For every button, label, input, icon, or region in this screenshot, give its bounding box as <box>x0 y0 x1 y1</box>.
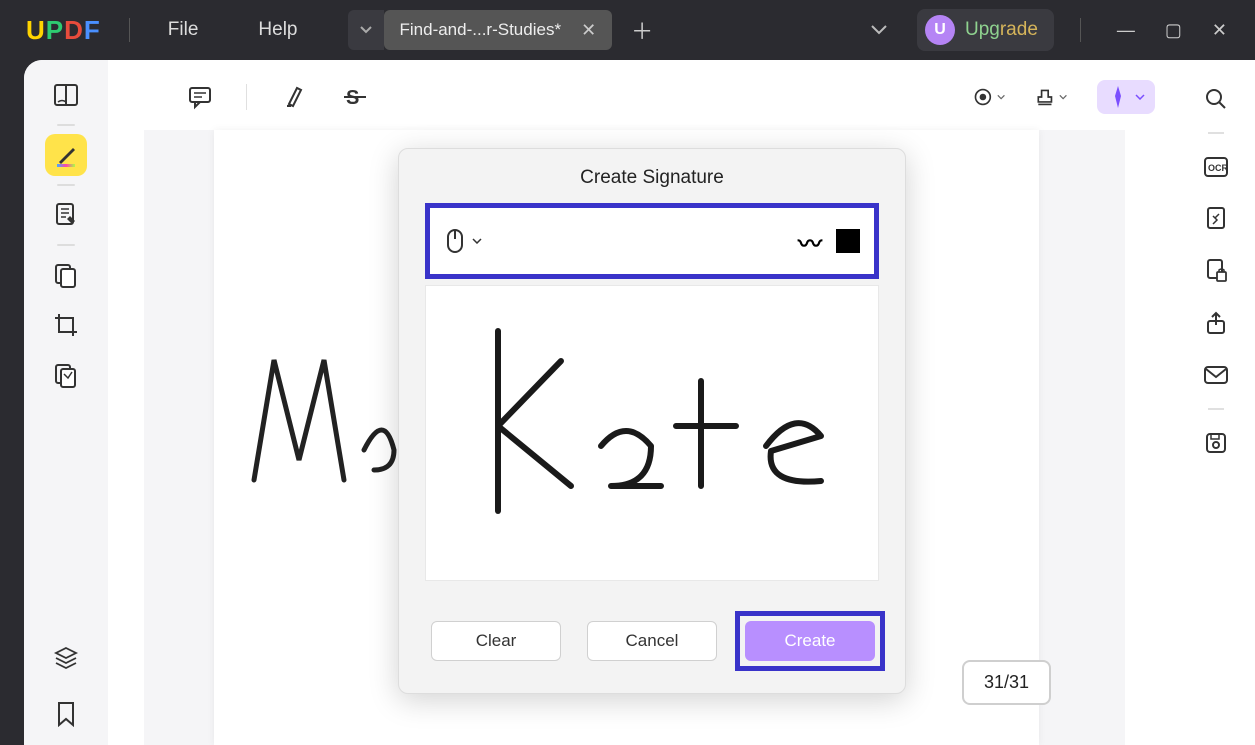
annotate-mode-icon[interactable] <box>45 134 87 176</box>
tools-mode-icon[interactable] <box>45 354 87 396</box>
create-signature-dialog: Create Signature 〰 <box>398 148 906 694</box>
crop-mode-icon[interactable] <box>45 304 87 346</box>
signature-canvas[interactable] <box>425 285 879 581</box>
divider <box>57 244 75 246</box>
reader-mode-icon[interactable] <box>45 74 87 116</box>
edit-mode-icon[interactable] <box>45 194 87 236</box>
close-button[interactable]: ✕ <box>1212 20 1227 41</box>
divider <box>1208 408 1224 410</box>
highlight-icon[interactable] <box>277 81 309 113</box>
cancel-button[interactable]: Cancel <box>587 621 717 661</box>
layers-icon[interactable] <box>45 637 87 679</box>
signature-drawing <box>426 286 866 576</box>
close-tab-icon[interactable]: ✕ <box>581 20 596 41</box>
divider <box>246 84 247 110</box>
page-indicator[interactable]: 31/31 <box>962 660 1051 705</box>
tab-group: Find-and-...r-Studies* ✕ ＋ <box>348 0 661 60</box>
left-sidebar <box>24 60 108 745</box>
divider <box>57 184 75 186</box>
svg-text:OCR: OCR <box>1208 163 1229 173</box>
divider <box>1080 18 1081 42</box>
strikethrough-icon[interactable]: S <box>339 81 371 113</box>
comment-icon[interactable] <box>184 81 216 113</box>
upgrade-button[interactable]: U Upgrade <box>917 9 1054 51</box>
tab-dropdown[interactable] <box>348 10 384 50</box>
signature-options-bar: 〰 <box>425 203 879 279</box>
stroke-style-icon[interactable]: 〰 <box>798 224 822 259</box>
right-sidebar: OCR <box>1177 72 1255 745</box>
search-icon[interactable] <box>1197 80 1235 118</box>
menu-file[interactable]: File <box>138 19 229 41</box>
create-button[interactable]: Create <box>745 621 875 661</box>
clear-button[interactable]: Clear <box>431 621 561 661</box>
window-controls: — ▢ ✕ <box>1089 20 1255 41</box>
user-avatar: U <box>925 15 955 45</box>
workspace: S OCR <box>24 60 1255 745</box>
email-icon[interactable] <box>1197 356 1235 394</box>
convert-icon[interactable] <box>1197 200 1235 238</box>
minimize-button[interactable]: — <box>1117 20 1135 41</box>
document-tab[interactable]: Find-and-...r-Studies* ✕ <box>384 10 613 50</box>
bookmark-icon[interactable] <box>45 693 87 735</box>
input-method-dropdown[interactable] <box>444 227 482 255</box>
dialog-title: Create Signature <box>399 149 905 203</box>
maximize-button[interactable]: ▢ <box>1165 20 1182 41</box>
shape-tool-dropdown[interactable] <box>973 81 1005 113</box>
ocr-icon[interactable]: OCR <box>1197 148 1235 186</box>
new-tab-button[interactable]: ＋ <box>624 12 660 48</box>
stamp-tool-dropdown[interactable] <box>1035 81 1067 113</box>
tab-title: Find-and-...r-Studies* <box>400 20 562 40</box>
dialog-buttons: Clear Cancel Create <box>399 599 905 693</box>
upgrade-label: Upgrade <box>965 19 1038 41</box>
app-logo: UPDF <box>0 15 121 46</box>
share-icon[interactable] <box>1197 304 1235 342</box>
color-swatch[interactable] <box>836 229 860 253</box>
menu-help[interactable]: Help <box>228 19 327 41</box>
annotation-toolbar: S <box>184 72 1155 122</box>
signature-tool-dropdown[interactable] <box>1097 80 1155 114</box>
title-bar: UPDF File Help Find-and-...r-Studies* ✕ … <box>0 0 1255 60</box>
create-highlight: Create <box>735 611 885 671</box>
divider <box>1208 132 1224 134</box>
divider <box>57 124 75 126</box>
organize-mode-icon[interactable] <box>45 254 87 296</box>
protect-icon[interactable] <box>1197 252 1235 290</box>
tabs-overflow-button[interactable] <box>861 12 897 48</box>
save-icon[interactable] <box>1197 424 1235 462</box>
divider <box>129 18 130 42</box>
